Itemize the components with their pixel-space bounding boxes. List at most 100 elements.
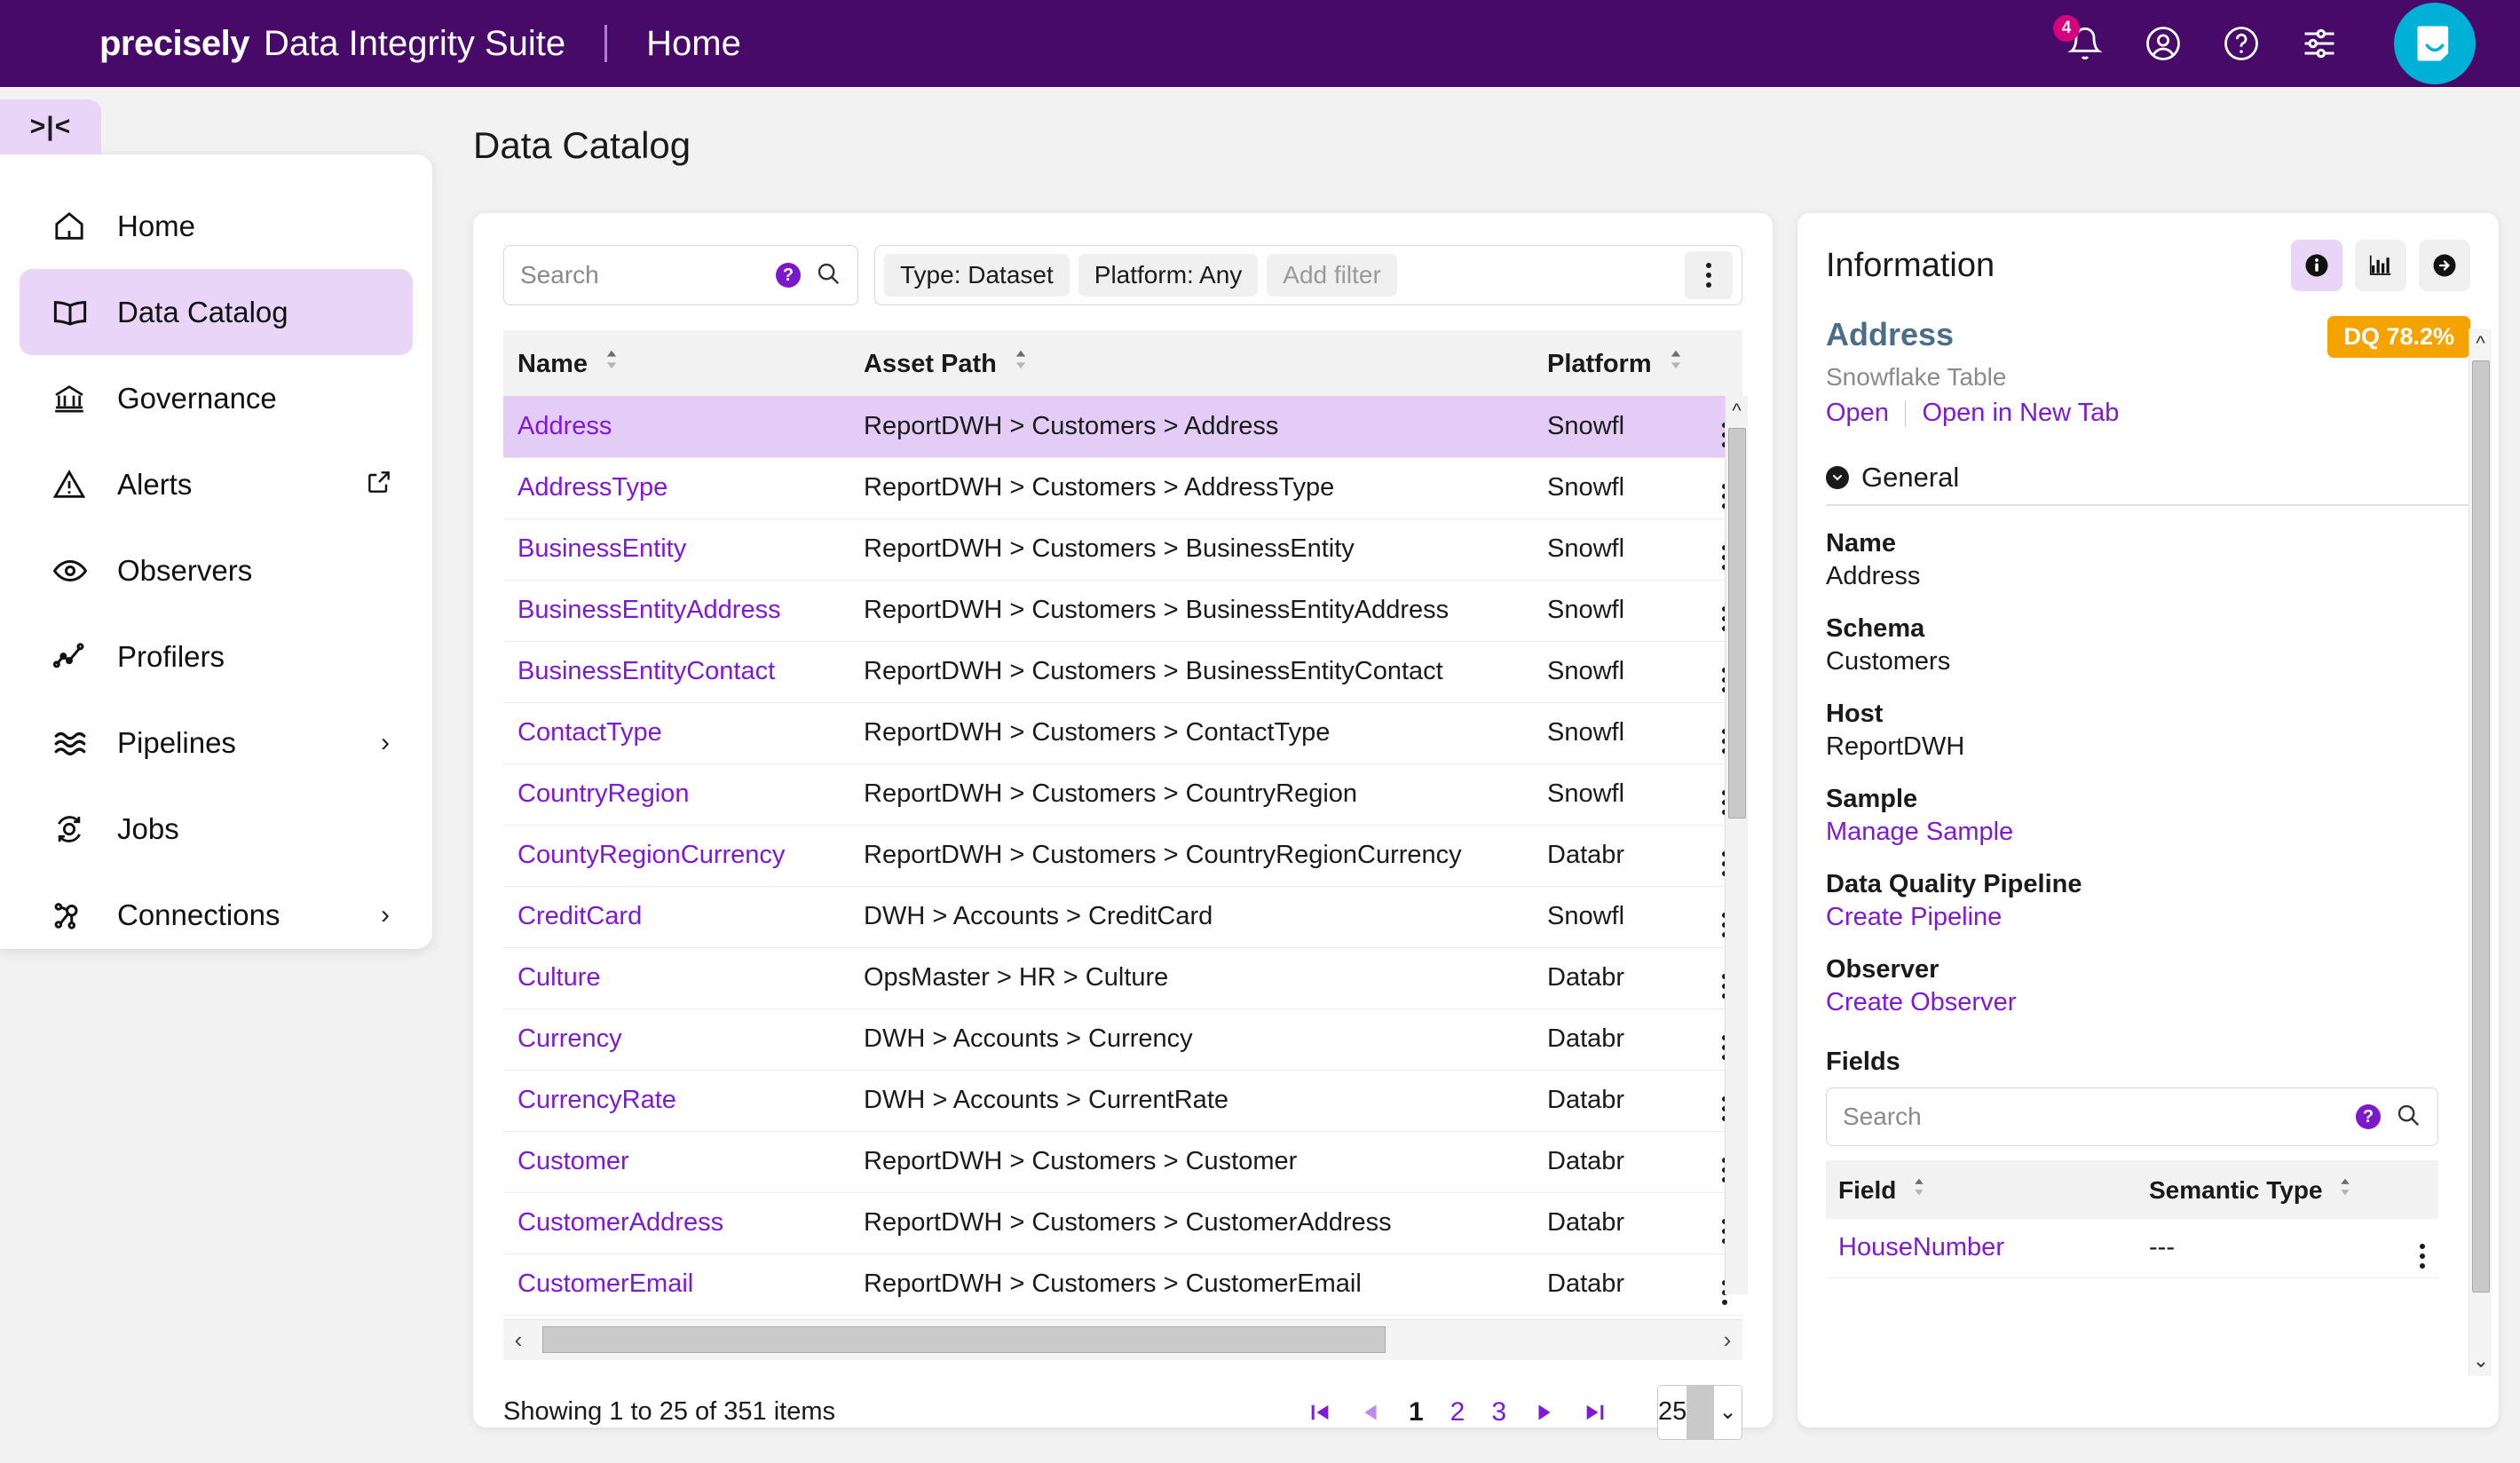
- dataset-link[interactable]: CountyRegionCurrency: [517, 841, 785, 869]
- cell-name[interactable]: CustomerEmail: [503, 1253, 849, 1316]
- sort-icon[interactable]: [2338, 1174, 2352, 1203]
- scroll-up-icon[interactable]: ^: [1726, 396, 1748, 426]
- cell-name[interactable]: Culture: [503, 947, 849, 1009]
- dataset-link[interactable]: CountryRegion: [517, 779, 689, 808]
- search-help-icon[interactable]: ?: [776, 263, 801, 288]
- cell-name[interactable]: Currency: [503, 1008, 849, 1071]
- scroll-thumb[interactable]: [2472, 360, 2490, 1293]
- sidebar-item-home[interactable]: Home: [20, 183, 413, 269]
- cell-name[interactable]: CountyRegionCurrency: [503, 825, 849, 887]
- table-row[interactable]: CountyRegionCurrency ReportDWH > Customer…: [503, 825, 1742, 887]
- cell-name[interactable]: CreditCard: [503, 886, 849, 948]
- scroll-left-icon[interactable]: ‹: [503, 1326, 533, 1354]
- fields-table-row[interactable]: HouseNumber ---: [1826, 1219, 2438, 1278]
- col-header-field[interactable]: Field: [1826, 1160, 2137, 1219]
- search-input[interactable]: Search ?: [503, 245, 858, 305]
- open-link[interactable]: Open: [1826, 399, 1889, 428]
- sort-icon[interactable]: [1013, 348, 1029, 377]
- hscroll-track[interactable]: [533, 1326, 1712, 1353]
- sidebar-item-alerts[interactable]: Alerts: [20, 441, 413, 527]
- dataset-link[interactable]: BusinessEntityAddress: [517, 596, 781, 624]
- cell-field[interactable]: HouseNumber: [1826, 1219, 2137, 1278]
- dataset-link[interactable]: Customer: [517, 1147, 629, 1175]
- sidebar-item-jobs[interactable]: Jobs: [20, 786, 413, 872]
- chat-widget-button[interactable]: [2394, 3, 2476, 84]
- search-icon[interactable]: [2395, 1102, 2421, 1133]
- field-value[interactable]: Create Pipeline: [1826, 903, 2470, 932]
- sidebar-item-data-catalog[interactable]: Data Catalog: [20, 269, 413, 355]
- sidebar-item-profilers[interactable]: Profilers: [20, 613, 413, 700]
- cell-field-actions[interactable]: [2394, 1219, 2438, 1278]
- sidebar-item-governance[interactable]: Governance: [20, 355, 413, 441]
- chevron-right-icon[interactable]: ›: [381, 728, 390, 758]
- sidebar-item-observers[interactable]: Observers: [20, 527, 413, 613]
- dataset-link[interactable]: ContactType: [517, 718, 662, 747]
- next-page-button[interactable]: [1533, 1401, 1556, 1424]
- table-row[interactable]: CurrencyRate DWH > Accounts > CurrentRate…: [503, 1070, 1742, 1132]
- cell-name[interactable]: BusinessEntity: [503, 518, 849, 581]
- open-in-new-tab-link[interactable]: Open in New Tab: [1922, 399, 2119, 428]
- last-page-button[interactable]: [1583, 1400, 1608, 1425]
- dataset-link[interactable]: Currency: [517, 1024, 622, 1053]
- prev-page-button[interactable]: [1359, 1401, 1382, 1424]
- field-value[interactable]: Create Observer: [1826, 988, 2470, 1017]
- page-size-select[interactable]: 25 ⌄: [1657, 1384, 1742, 1440]
- col-header-name[interactable]: Name: [503, 330, 849, 396]
- col-header-platform[interactable]: Platform: [1533, 330, 1693, 396]
- notifications-button[interactable]: 4: [2053, 15, 2105, 63]
- toolbar-overflow-menu[interactable]: [1685, 251, 1733, 299]
- field-link[interactable]: HouseNumber: [1838, 1233, 2004, 1261]
- hscroll-thumb[interactable]: [542, 1326, 1386, 1353]
- table-vertical-scrollbar[interactable]: ^: [1725, 396, 1748, 1294]
- cell-name[interactable]: BusinessEntityContact: [503, 641, 849, 703]
- scroll-right-icon[interactable]: ›: [1712, 1326, 1742, 1354]
- field-overflow-menu[interactable]: [2420, 1244, 2425, 1269]
- sort-icon[interactable]: [1912, 1174, 1926, 1203]
- col-header-asset-path[interactable]: Asset Path: [849, 330, 1533, 396]
- col-header-semantic-type[interactable]: Semantic Type: [2137, 1160, 2394, 1219]
- dataset-link[interactable]: Culture: [517, 963, 601, 992]
- table-row[interactable]: CustomerAddress ReportDWH > Customers > C…: [503, 1192, 1742, 1254]
- dataset-link[interactable]: BusinessEntity: [517, 534, 686, 563]
- table-row[interactable]: CreditCard DWH > Accounts > CreditCard Sno…: [503, 886, 1742, 948]
- scroll-down-icon[interactable]: ⌄: [2469, 1349, 2492, 1372]
- sidebar-item-pipelines[interactable]: Pipelines ›: [20, 700, 413, 786]
- sort-icon[interactable]: [1668, 348, 1684, 377]
- tab-navigate[interactable]: [2419, 240, 2470, 291]
- cell-name[interactable]: AddressType: [503, 457, 849, 519]
- filter-chip-platform[interactable]: Platform: Any: [1078, 254, 1259, 297]
- table-row[interactable]: BusinessEntity ReportDWH > Customers > Bu…: [503, 518, 1742, 581]
- asset-name[interactable]: Address: [1826, 316, 1954, 353]
- first-page-button[interactable]: [1307, 1400, 1332, 1425]
- settings-button[interactable]: [2300, 24, 2339, 63]
- cell-name[interactable]: Customer: [503, 1131, 849, 1193]
- cell-name[interactable]: CurrencyRate: [503, 1070, 849, 1132]
- table-row[interactable]: Currency DWH > Accounts > Currency Databr: [503, 1008, 1742, 1071]
- cell-name[interactable]: BusinessEntityAddress: [503, 580, 849, 642]
- table-row[interactable]: CustomerEmail ReportDWH > Customers > Cus…: [503, 1253, 1742, 1316]
- page-button-1[interactable]: 1: [1409, 1397, 1424, 1427]
- sidebar-item-connections[interactable]: Connections ›: [20, 872, 413, 958]
- table-row[interactable]: Culture OpsMaster > HR > Culture Databr: [503, 947, 1742, 1009]
- sort-icon[interactable]: [604, 348, 620, 377]
- table-row[interactable]: ContactType ReportDWH > Customers > Conta…: [503, 702, 1742, 764]
- sidebar-collapse-toggle[interactable]: >|<: [0, 99, 101, 154]
- general-section-header[interactable]: General: [1826, 462, 2470, 494]
- dataset-link[interactable]: AddressType: [517, 473, 668, 502]
- dataset-link[interactable]: CustomerEmail: [517, 1269, 693, 1298]
- table-row[interactable]: Customer ReportDWH > Customers > Customer…: [503, 1131, 1742, 1193]
- table-horizontal-scrollbar[interactable]: ‹ ›: [503, 1318, 1742, 1360]
- dataset-link[interactable]: Address: [517, 412, 612, 440]
- table-row[interactable]: CountryRegion ReportDWH > Customers > Cou…: [503, 763, 1742, 826]
- table-row[interactable]: BusinessEntityContact ReportDWH > Custome…: [503, 641, 1742, 703]
- dataset-link[interactable]: BusinessEntityContact: [517, 657, 775, 685]
- field-value[interactable]: Manage Sample: [1826, 818, 2470, 847]
- cell-name[interactable]: Address: [503, 396, 849, 458]
- chevron-right-icon[interactable]: ›: [381, 900, 390, 930]
- help-button[interactable]: [2222, 24, 2261, 63]
- fields-search-input[interactable]: Search ?: [1826, 1087, 2438, 1146]
- cell-name[interactable]: ContactType: [503, 702, 849, 764]
- tab-statistics[interactable]: [2355, 240, 2406, 291]
- add-filter-button[interactable]: Add filter: [1267, 254, 1397, 297]
- page-button-2[interactable]: 2: [1450, 1397, 1465, 1427]
